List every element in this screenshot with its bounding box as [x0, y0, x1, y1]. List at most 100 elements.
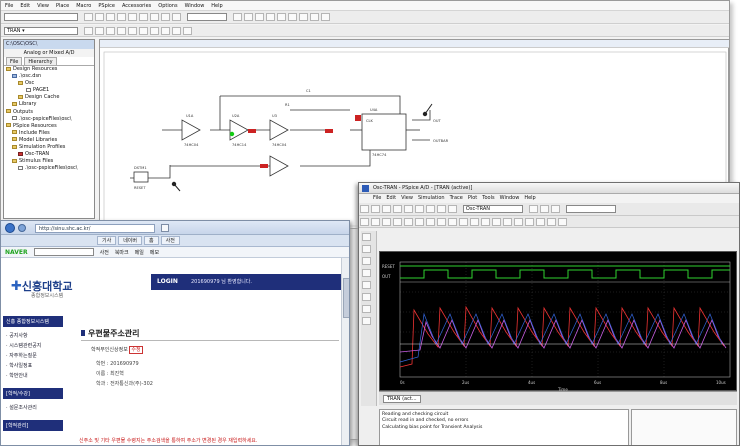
menu-help[interactable]: Help [211, 3, 222, 9]
toolbar-dictionary[interactable]: 사전 [100, 249, 109, 256]
new-icon[interactable] [83, 13, 93, 21]
browser-scrollbar[interactable] [341, 258, 349, 445]
menu-edit[interactable]: Edit [386, 194, 396, 203]
add-trace-icon[interactable] [437, 218, 446, 226]
tree-item[interactable]: Osc-TRAN [6, 151, 94, 158]
drc-icon[interactable] [287, 13, 297, 21]
menu-place[interactable]: Place [56, 3, 69, 9]
tree-item[interactable]: .\osc.dsn [6, 73, 94, 80]
tree-item[interactable]: Design Resources [6, 66, 94, 73]
refresh-icon[interactable] [161, 224, 169, 232]
menu-file[interactable]: File [373, 194, 381, 203]
nav-link[interactable]: · 설문조사관리 [3, 402, 63, 412]
menu-simulation[interactable]: Simulation [418, 194, 445, 203]
mark-label-icon[interactable] [525, 218, 534, 226]
browser-tab[interactable]: 사전 [160, 236, 180, 245]
tree-item[interactable]: Design Cache [6, 94, 94, 101]
side-tool-icon[interactable] [362, 293, 371, 301]
zoom-area-icon[interactable] [382, 218, 391, 226]
cursor-min-icon[interactable] [503, 218, 512, 226]
menu-pspice[interactable]: PSpice [98, 3, 115, 9]
stop-icon[interactable] [550, 205, 560, 213]
open-icon[interactable] [371, 205, 380, 213]
part-combo[interactable] [4, 13, 78, 21]
tree-item[interactable]: Simulation Profiles [6, 144, 94, 151]
cursor-slope-icon[interactable] [492, 218, 501, 226]
bom-icon[interactable] [309, 13, 319, 21]
nav-link[interactable]: · 학사일정표 [3, 360, 63, 370]
menu-view[interactable]: View [37, 3, 49, 9]
zoom-area-icon[interactable] [254, 13, 264, 21]
cut-icon[interactable] [404, 205, 413, 213]
eval-goal-icon[interactable] [448, 218, 457, 226]
tree-item[interactable]: PAGE1 [6, 87, 94, 94]
view-results-icon[interactable] [116, 27, 126, 35]
naver-search-input[interactable] [33, 248, 94, 256]
plot-tab[interactable]: TRAN (act... [383, 395, 421, 403]
menu-options[interactable]: Options [158, 3, 177, 9]
tree-item[interactable]: Model Libraries [6, 137, 94, 144]
zoom-all-icon[interactable] [265, 13, 275, 21]
voltage-marker-icon[interactable] [127, 27, 137, 35]
redo-icon[interactable] [448, 205, 457, 213]
browser-tab[interactable]: 홈 [144, 236, 159, 245]
cursor-max-icon[interactable] [514, 218, 523, 226]
copy-icon[interactable] [138, 13, 148, 21]
save-icon[interactable] [105, 13, 115, 21]
toolbar-memo[interactable]: 메모 [150, 249, 159, 256]
side-tool-icon[interactable] [362, 269, 371, 277]
power-marker-icon[interactable] [149, 27, 159, 35]
zoom-in-icon[interactable] [360, 218, 369, 226]
zoom-in-icon[interactable] [232, 13, 242, 21]
run-icon[interactable] [105, 27, 115, 35]
tree-item[interactable]: .\osc-pspiceFiles\osc\ [6, 165, 94, 172]
side-tool-icon[interactable] [362, 281, 371, 289]
nav-link[interactable]: · 학번안내 [3, 370, 63, 380]
undo-icon[interactable] [160, 13, 170, 21]
menu-accessories[interactable]: Accessories [122, 3, 151, 9]
zoom-combo[interactable] [186, 13, 227, 21]
side-tool-icon[interactable] [362, 233, 371, 241]
paste-icon[interactable] [149, 13, 159, 21]
scroll-thumb[interactable] [343, 278, 349, 318]
zoom-fit-icon[interactable] [393, 218, 402, 226]
side-tool-icon[interactable] [362, 245, 371, 253]
forward-icon[interactable] [18, 224, 26, 232]
toolbar-mail[interactable]: 메일 [135, 249, 144, 256]
tree-item[interactable]: Stimulus Files [6, 158, 94, 165]
waveform-plot[interactable]: RESET OUT 0s 2us 4us 6us 8us 10us Time [379, 251, 737, 392]
fourier-icon[interactable] [415, 218, 424, 226]
cursor-peak-icon[interactable] [470, 218, 479, 226]
side-tool-icon[interactable] [362, 317, 371, 325]
markers-w-icon[interactable] [558, 218, 567, 226]
toolbar-bookmark[interactable]: 북마크 [115, 249, 129, 256]
nav-link[interactable]: · 공지사항 [3, 330, 63, 340]
tree-item[interactable]: Include Files [6, 130, 94, 137]
log-x-icon[interactable] [404, 218, 413, 226]
netlist-icon[interactable] [298, 13, 308, 21]
paste-icon[interactable] [426, 205, 435, 213]
bias-v-icon[interactable] [160, 27, 170, 35]
menu-window[interactable]: Window [185, 3, 205, 9]
bias-w-icon[interactable] [182, 27, 192, 35]
tree-item[interactable]: PSpice Resources [6, 123, 94, 130]
tree-item[interactable]: Library [6, 101, 94, 108]
menu-macro[interactable]: Macro [76, 3, 91, 9]
menu-trace[interactable]: Trace [450, 194, 463, 203]
profile-combo[interactable]: Osc-TRAN [462, 205, 523, 213]
redo-icon[interactable] [171, 13, 181, 21]
tab-file[interactable]: File [6, 57, 23, 65]
sim-profile-combo[interactable]: TRAN ▾ [4, 27, 78, 35]
browser-tab[interactable]: 기사 [97, 236, 117, 245]
menu-edit[interactable]: Edit [20, 3, 30, 9]
open-icon[interactable] [94, 13, 104, 21]
new-profile-icon[interactable] [83, 27, 93, 35]
cursor-icon[interactable] [459, 218, 468, 226]
tree-item[interactable]: Osc [6, 80, 94, 87]
menu-view[interactable]: View [401, 194, 413, 203]
menu-window[interactable]: Window [500, 194, 520, 203]
zoom-out-icon[interactable] [371, 218, 380, 226]
new-icon[interactable] [360, 205, 369, 213]
edit-profile-icon[interactable] [94, 27, 104, 35]
markers-i-icon[interactable] [547, 218, 556, 226]
